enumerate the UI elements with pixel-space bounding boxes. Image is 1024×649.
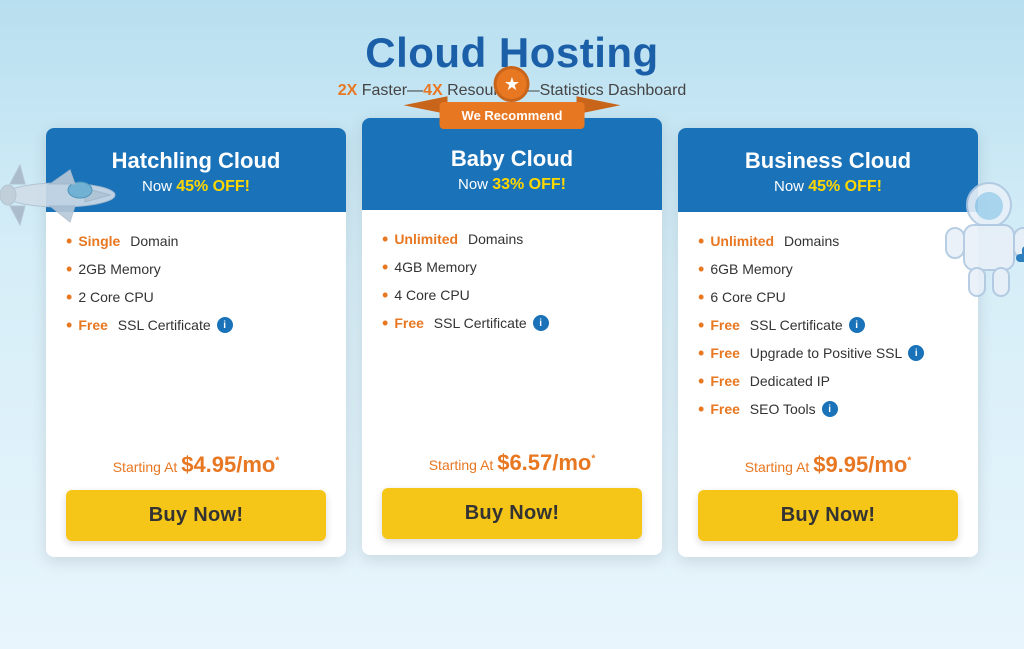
- jet-plane-decoration: [0, 160, 120, 235]
- card-baby-body: •Unlimited Domains •4GB Memory •4 Core C…: [362, 210, 662, 440]
- list-item: •2 Core CPU: [66, 288, 326, 306]
- robot-decoration: [944, 180, 1024, 305]
- card-business-title: Business Cloud: [694, 148, 962, 174]
- card-business-discount-value: 45% OFF!: [808, 178, 882, 195]
- bullet-icon: •: [66, 316, 72, 334]
- bullet-icon: •: [698, 260, 704, 278]
- card-baby-buy-button[interactable]: Buy Now!: [382, 488, 642, 539]
- list-item: •4 Core CPU: [382, 286, 642, 304]
- card-hatchling-buy-button[interactable]: Buy Now!: [66, 490, 326, 541]
- info-icon[interactable]: i: [822, 401, 838, 417]
- bullet-icon: •: [698, 372, 704, 390]
- card-business-price: $9.95/mo*: [813, 452, 911, 477]
- card-business-body: •Unlimited Domains •6GB Memory •6 Core C…: [678, 212, 978, 442]
- badge-ribbon: We Recommend: [440, 102, 585, 129]
- list-item: •Unlimited Domains: [382, 230, 642, 248]
- info-icon[interactable]: i: [908, 345, 924, 361]
- list-item: •Free SSL Certificate i: [698, 316, 958, 334]
- list-item: •Unlimited Domains: [698, 232, 958, 250]
- card-baby: ★ We Recommend Baby Cloud Now 33% OFF! •…: [362, 118, 662, 555]
- card-baby-discount-value: 33% OFF!: [492, 176, 566, 193]
- info-icon[interactable]: i: [849, 317, 865, 333]
- list-item: •Free Dedicated IP: [698, 372, 958, 390]
- list-item: •6 Core CPU: [698, 288, 958, 306]
- bullet-icon: •: [698, 316, 704, 334]
- list-item: •Free Upgrade to Positive SSL i: [698, 344, 958, 362]
- card-business-buy-button[interactable]: Buy Now!: [698, 490, 958, 541]
- card-business-header: Business Cloud Now 45% OFF!: [678, 128, 978, 212]
- card-hatchling-discount-value: 45% OFF!: [176, 178, 250, 195]
- bullet-icon: •: [382, 230, 388, 248]
- bullet-icon: •: [698, 288, 704, 306]
- bullet-icon: •: [66, 260, 72, 278]
- list-item: •6GB Memory: [698, 260, 958, 278]
- card-hatchling-pricing: Starting At $4.95/mo*: [66, 452, 326, 478]
- bullet-icon: •: [698, 400, 704, 418]
- badge-star-icon: ★: [494, 66, 530, 102]
- list-item: •2GB Memory: [66, 260, 326, 278]
- card-baby-features: •Unlimited Domains •4GB Memory •4 Core C…: [382, 230, 642, 332]
- card-hatchling-footer: Starting At $4.95/mo* Buy Now!: [46, 442, 346, 557]
- list-item: •Free SEO Tools i: [698, 400, 958, 418]
- card-business-discount: Now 45% OFF!: [694, 178, 962, 196]
- card-baby-discount: Now 33% OFF!: [378, 176, 646, 194]
- bullet-icon: •: [382, 314, 388, 332]
- card-hatchling-price: $4.95/mo*: [181, 452, 279, 477]
- badge-wings: ★ We Recommend: [440, 66, 585, 129]
- list-item: •Free SSL Certificate i: [66, 316, 326, 334]
- recommended-badge: ★ We Recommend: [440, 66, 585, 129]
- bullet-icon: •: [698, 232, 704, 250]
- info-icon[interactable]: i: [533, 315, 549, 331]
- card-business: Business Cloud Now 45% OFF! •Unlimited D…: [678, 128, 978, 557]
- info-icon[interactable]: i: [217, 317, 233, 333]
- bullet-icon: •: [382, 258, 388, 276]
- bullet-icon: •: [698, 344, 704, 362]
- card-baby-title: Baby Cloud: [378, 146, 646, 172]
- card-baby-pricing: Starting At $6.57/mo*: [382, 450, 642, 476]
- card-hatchling-body: •Single Domain •2GB Memory •2 Core CPU •…: [46, 212, 346, 442]
- card-business-pricing: Starting At $9.95/mo*: [698, 452, 958, 478]
- card-business-features: •Unlimited Domains •6GB Memory •6 Core C…: [698, 232, 958, 418]
- card-baby-price: $6.57/mo*: [497, 450, 595, 475]
- card-baby-footer: Starting At $6.57/mo* Buy Now!: [362, 440, 662, 555]
- list-item: •4GB Memory: [382, 258, 642, 276]
- pricing-cards: Hatchling Cloud Now 45% OFF! •Single Dom…: [32, 128, 992, 557]
- bullet-icon: •: [382, 286, 388, 304]
- card-hatchling-features: •Single Domain •2GB Memory •2 Core CPU •…: [66, 232, 326, 334]
- bullet-icon: •: [66, 288, 72, 306]
- list-item: •Free SSL Certificate i: [382, 314, 642, 332]
- card-business-footer: Starting At $9.95/mo* Buy Now!: [678, 442, 978, 557]
- card-baby-header: Baby Cloud Now 33% OFF!: [362, 118, 662, 210]
